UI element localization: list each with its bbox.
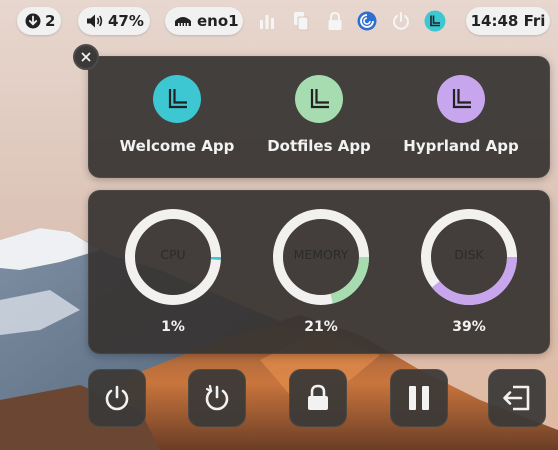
stats-panel: CPU 1% MEMORY 21% DISK 39%: [88, 190, 550, 354]
updates-pill[interactable]: 2: [17, 7, 61, 35]
app-dotfiles[interactable]: Dotfiles App: [249, 75, 389, 175]
power-icon: [105, 385, 129, 411]
logout-icon: [503, 385, 530, 411]
logout-button[interactable]: [488, 369, 546, 427]
app-welcome[interactable]: Welcome App: [107, 75, 247, 175]
suspend-button[interactable]: [390, 369, 448, 427]
memory-gauge: MEMORY 21%: [269, 205, 373, 345]
app-label: Dotfiles App: [267, 137, 371, 155]
power-icon[interactable]: [390, 10, 412, 32]
cpu-gauge: CPU 1%: [121, 205, 225, 345]
volume-label: 47%: [108, 12, 144, 30]
memory-value: 21%: [304, 319, 338, 335]
lock-icon: [308, 384, 328, 410]
top-bar: 2 47% eno1 14:48 Fri: [0, 0, 558, 44]
clipboard-icon[interactable]: [290, 10, 312, 32]
disk-gauge: DISK 39%: [417, 205, 521, 345]
lock-icon[interactable]: [324, 10, 346, 32]
apps-panel: Welcome App Dotfiles App Hyprland App: [88, 56, 550, 178]
app-hyprland[interactable]: Hyprland App: [391, 75, 531, 175]
clock-label: 14:48 Fri: [470, 12, 546, 30]
clock-pill[interactable]: 14:48 Fri: [466, 7, 550, 35]
bar-chart-icon[interactable]: [256, 10, 278, 32]
shutdown-button[interactable]: [88, 369, 146, 427]
welcome-app-icon: [153, 75, 201, 123]
disk-label: DISK: [454, 247, 484, 262]
updates-count: 2: [45, 12, 56, 30]
pause-icon: [409, 386, 429, 410]
disk-value: 39%: [452, 319, 486, 335]
restart-button[interactable]: [188, 369, 246, 427]
browser-icon[interactable]: [356, 10, 378, 32]
volume-pill[interactable]: 47%: [78, 7, 150, 35]
lock-button[interactable]: [289, 369, 347, 427]
restart-icon: [205, 384, 229, 411]
memory-label: MEMORY: [293, 247, 349, 262]
cpu-label: CPU: [160, 247, 186, 262]
app-label: Welcome App: [119, 137, 235, 155]
close-icon: [81, 52, 91, 62]
ethernet-icon: [173, 13, 193, 29]
network-label: eno1: [197, 12, 239, 30]
network-pill[interactable]: eno1: [165, 7, 243, 35]
app-label: Hyprland App: [403, 137, 519, 155]
cpu-value: 1%: [161, 319, 185, 335]
download-arrow-icon: [25, 13, 41, 29]
hyprland-app-icon: [437, 75, 485, 123]
dotfiles-app-icon: [295, 75, 343, 123]
app-logo-icon[interactable]: [424, 10, 446, 32]
close-button[interactable]: [73, 44, 99, 70]
speaker-icon: [86, 13, 104, 29]
